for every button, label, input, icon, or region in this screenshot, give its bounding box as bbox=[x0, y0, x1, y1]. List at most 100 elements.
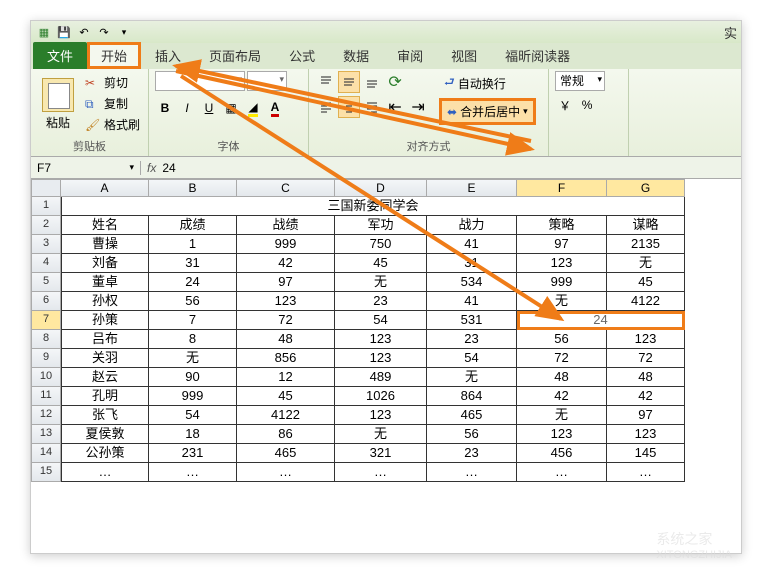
cell[interactable]: 750 bbox=[335, 235, 427, 254]
cell[interactable]: 张飞 bbox=[61, 406, 149, 425]
percent-button[interactable]: % bbox=[577, 95, 597, 115]
col-header-F[interactable]: F bbox=[517, 179, 607, 197]
cell[interactable]: 97 bbox=[517, 235, 607, 254]
cell[interactable]: 123 bbox=[607, 330, 685, 349]
align-center-button[interactable] bbox=[338, 96, 360, 118]
row-header[interactable]: 3 bbox=[31, 235, 61, 254]
cell[interactable]: 534 bbox=[427, 273, 517, 292]
cell[interactable]: 孙权 bbox=[61, 292, 149, 311]
tab-formulas[interactable]: 公式 bbox=[275, 42, 329, 69]
cell[interactable]: 31 bbox=[149, 254, 237, 273]
orientation-button[interactable]: ⟳ bbox=[384, 71, 406, 93]
cell[interactable]: 无 bbox=[517, 406, 607, 425]
cell[interactable]: 谋略 bbox=[607, 216, 685, 235]
cell[interactable]: 无 bbox=[335, 425, 427, 444]
cell[interactable]: 姓名 bbox=[61, 216, 149, 235]
align-bottom-button[interactable] bbox=[361, 71, 383, 93]
cell[interactable]: 456 bbox=[517, 444, 607, 463]
font-family-select[interactable] bbox=[155, 71, 245, 91]
row-header[interactable]: 9 bbox=[31, 349, 61, 368]
cell[interactable]: 999 bbox=[517, 273, 607, 292]
cell[interactable]: 刘备 bbox=[61, 254, 149, 273]
cell[interactable]: 23 bbox=[427, 444, 517, 463]
row-header[interactable]: 11 bbox=[31, 387, 61, 406]
cell[interactable]: 123 bbox=[237, 292, 335, 311]
cell[interactable]: 321 bbox=[335, 444, 427, 463]
cell[interactable]: 56 bbox=[427, 425, 517, 444]
cell[interactable]: 无 bbox=[427, 368, 517, 387]
cell[interactable]: 123 bbox=[335, 406, 427, 425]
increase-indent-button[interactable]: ⇥ bbox=[407, 96, 429, 118]
italic-button[interactable]: I bbox=[177, 98, 197, 118]
row-header[interactable]: 4 bbox=[31, 254, 61, 273]
cell[interactable]: 123 bbox=[335, 349, 427, 368]
row-header[interactable]: 5 bbox=[31, 273, 61, 292]
col-header-A[interactable]: A bbox=[61, 179, 149, 197]
qat-dropdown-icon[interactable]: ▾ bbox=[115, 24, 133, 40]
cell[interactable]: 4122 bbox=[607, 292, 685, 311]
cell[interactable]: 864 bbox=[427, 387, 517, 406]
cell[interactable]: 72 bbox=[607, 349, 685, 368]
cell[interactable]: 1 bbox=[149, 235, 237, 254]
cell[interactable]: … bbox=[427, 463, 517, 482]
fx-icon[interactable]: fx bbox=[147, 161, 156, 175]
row-header[interactable]: 10 bbox=[31, 368, 61, 387]
cell[interactable]: 7 bbox=[149, 311, 237, 330]
bold-button[interactable]: B bbox=[155, 98, 175, 118]
cell[interactable]: … bbox=[335, 463, 427, 482]
cell[interactable]: 4122 bbox=[237, 406, 335, 425]
col-header-G[interactable]: G bbox=[607, 179, 685, 197]
number-format-select[interactable]: 常规 bbox=[555, 71, 605, 91]
currency-button[interactable]: ￥ bbox=[555, 95, 575, 115]
font-color-button[interactable]: A bbox=[265, 98, 285, 118]
cell[interactable]: 夏侯敦 bbox=[61, 425, 149, 444]
border-button[interactable]: ▦ bbox=[221, 98, 241, 118]
tab-page-layout[interactable]: 页面布局 bbox=[195, 42, 275, 69]
paste-button[interactable]: 粘贴 bbox=[37, 71, 79, 137]
tab-view[interactable]: 视图 bbox=[437, 42, 491, 69]
cell[interactable]: 吕布 bbox=[61, 330, 149, 349]
cell[interactable]: 145 bbox=[607, 444, 685, 463]
cell[interactable]: 成绩 bbox=[149, 216, 237, 235]
tab-foxit-reader[interactable]: 福昕阅读器 bbox=[491, 42, 584, 69]
cell[interactable]: 41 bbox=[427, 292, 517, 311]
cell[interactable]: 41 bbox=[427, 235, 517, 254]
align-middle-button[interactable] bbox=[338, 71, 360, 93]
tab-file[interactable]: 文件 bbox=[33, 42, 87, 69]
cell[interactable]: 54 bbox=[149, 406, 237, 425]
name-box[interactable]: F7 ▾ bbox=[31, 161, 141, 175]
cell[interactable]: … bbox=[607, 463, 685, 482]
tab-home[interactable]: 开始 bbox=[87, 42, 141, 69]
cell[interactable]: 465 bbox=[237, 444, 335, 463]
cell[interactable]: 48 bbox=[517, 368, 607, 387]
cell[interactable]: 2135 bbox=[607, 235, 685, 254]
cell[interactable]: 489 bbox=[335, 368, 427, 387]
cell[interactable]: 123 bbox=[517, 254, 607, 273]
cell[interactable]: 42 bbox=[607, 387, 685, 406]
cell[interactable]: 无 bbox=[149, 349, 237, 368]
cell[interactable]: 31 bbox=[427, 254, 517, 273]
row-header[interactable]: 13 bbox=[31, 425, 61, 444]
cell[interactable]: 关羽 bbox=[61, 349, 149, 368]
cell[interactable]: … bbox=[61, 463, 149, 482]
decrease-indent-button[interactable]: ⇤ bbox=[384, 96, 406, 118]
row-header[interactable]: 15 bbox=[31, 463, 61, 482]
align-right-button[interactable] bbox=[361, 96, 383, 118]
align-top-button[interactable] bbox=[315, 71, 337, 93]
cell[interactable]: 45 bbox=[607, 273, 685, 292]
cell[interactable]: 86 bbox=[237, 425, 335, 444]
cell[interactable]: 72 bbox=[517, 349, 607, 368]
row-header[interactable]: 1 bbox=[31, 197, 61, 216]
tab-insert[interactable]: 插入 bbox=[141, 42, 195, 69]
underline-button[interactable]: U bbox=[199, 98, 219, 118]
save-icon[interactable]: 💾 bbox=[55, 24, 73, 40]
cell[interactable]: 战绩 bbox=[237, 216, 335, 235]
cell[interactable]: 8 bbox=[149, 330, 237, 349]
cell[interactable]: 18 bbox=[149, 425, 237, 444]
cell[interactable]: 24 bbox=[149, 273, 237, 292]
col-header-D[interactable]: D bbox=[335, 179, 427, 197]
tab-data[interactable]: 数据 bbox=[329, 42, 383, 69]
cell[interactable]: 531 bbox=[427, 311, 517, 330]
undo-icon[interactable]: ↶ bbox=[75, 24, 93, 40]
col-header-C[interactable]: C bbox=[237, 179, 335, 197]
